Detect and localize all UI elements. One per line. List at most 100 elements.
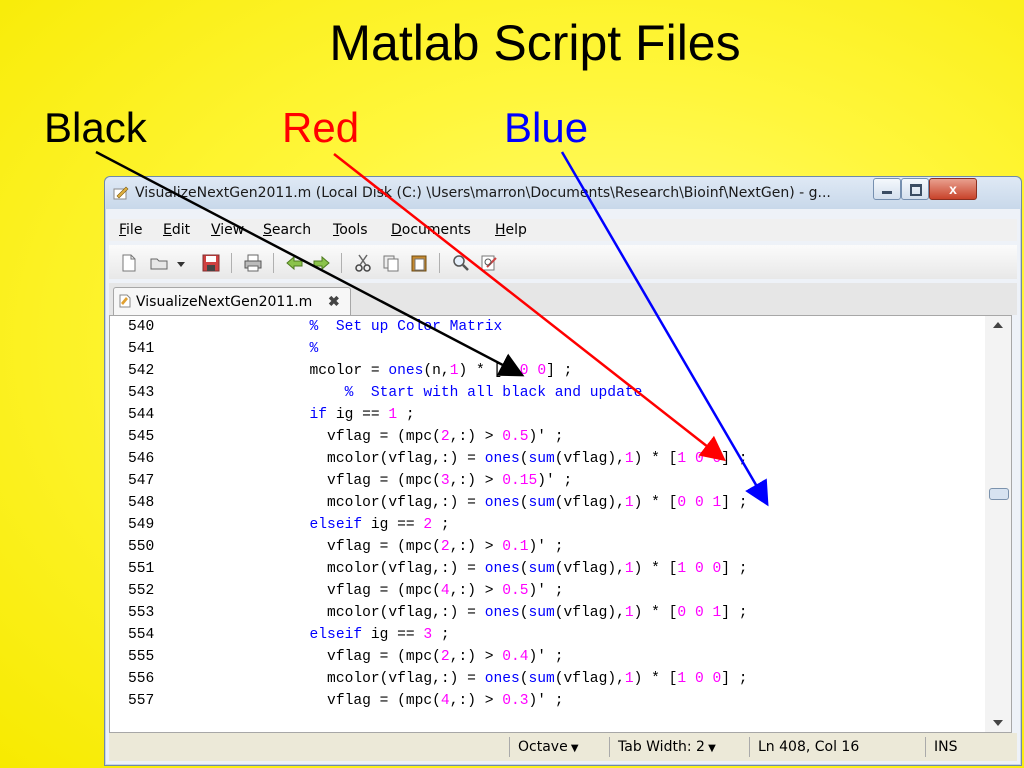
dropdown-arrow-icon[interactable] <box>175 253 187 273</box>
tab-width-selector[interactable]: Tab Width: 2 <box>609 737 716 757</box>
status-bar: Octave Tab Width: 2 Ln 408, Col 16 INS <box>109 733 1017 761</box>
toolbar <box>109 245 1017 279</box>
scroll-thumb[interactable] <box>989 488 1009 500</box>
app-icon <box>113 186 129 200</box>
blue-label: Blue <box>504 104 589 151</box>
line-code: mcolor(vflag,:) = ones(sum(vflag),1) * [… <box>257 561 748 577</box>
line-number: 546 <box>128 451 155 467</box>
line-number: 552 <box>128 583 155 599</box>
new-file-icon[interactable] <box>119 253 139 273</box>
menu-file[interactable]: File <box>119 222 142 238</box>
title-bar[interactable]: VisualizeNextGen2011.m (Local Disk (C:) … <box>105 177 1021 209</box>
document-tabs: VisualizeNextGen2011.m ✖ <box>109 283 1017 316</box>
language-selector[interactable]: Octave <box>509 737 579 757</box>
code-line: 545 vflag = (mpc(2,:) > 0.5)' ; <box>110 426 986 448</box>
toolbar-separator <box>439 253 440 273</box>
line-code: vflag = (mpc(2,:) > 0.1)' ; <box>257 539 564 555</box>
line-code: vflag = (mpc(2,:) > 0.5)' ; <box>257 429 564 445</box>
paste-icon[interactable] <box>409 253 429 273</box>
line-code: vflag = (mpc(4,:) > 0.3)' ; <box>257 693 564 709</box>
line-number: 553 <box>128 605 155 621</box>
line-number: 545 <box>128 429 155 445</box>
toolbar-separator <box>341 253 342 273</box>
line-code: mcolor(vflag,:) = ones(sum(vflag),1) * [… <box>257 671 748 687</box>
line-number: 548 <box>128 495 155 511</box>
code-editor[interactable]: 540 % Set up Color Matrix 541 % 542 mcolor… <box>109 315 987 733</box>
code-line: 544 if ig == 1 ; <box>110 404 986 426</box>
line-number: 557 <box>128 693 155 709</box>
save-icon[interactable] <box>201 253 221 273</box>
line-number: 550 <box>128 539 155 555</box>
code-line: 552 vflag = (mpc(4,:) > 0.5)' ; <box>110 580 986 602</box>
code-line: 540 % Set up Color Matrix <box>110 316 986 338</box>
menu-help[interactable]: Help <box>495 222 527 238</box>
redo-icon[interactable] <box>311 253 331 273</box>
code-line: 543 % Start with all black and update <box>110 382 986 404</box>
line-number: 551 <box>128 561 155 577</box>
line-code: mcolor(vflag,:) = ones(sum(vflag),1) * [… <box>257 605 748 621</box>
code-line: 555 vflag = (mpc(2,:) > 0.4)' ; <box>110 646 986 668</box>
line-code: % <box>309 341 319 357</box>
find-icon[interactable] <box>451 253 471 273</box>
line-code: if ig == 1 ; <box>309 407 415 423</box>
menu-edit[interactable]: Edit <box>163 222 190 238</box>
code-line: 542 mcolor = ones(n,1) * [0 0 0] ; <box>110 360 986 382</box>
line-number: 540 <box>128 319 155 335</box>
copy-icon[interactable] <box>381 253 401 273</box>
window-title: VisualizeNextGen2011.m (Local Disk (C:) … <box>135 185 831 201</box>
line-code: vflag = (mpc(2,:) > 0.4)' ; <box>257 649 564 665</box>
line-number: 556 <box>128 671 155 687</box>
menu-view[interactable]: View <box>211 222 244 238</box>
find-replace-icon[interactable] <box>479 253 499 273</box>
code-line: 549 elseif ig == 2 ; <box>110 514 986 536</box>
code-line: 546 mcolor(vflag,:) = ones(sum(vflag),1)… <box>110 448 986 470</box>
toolbar-separator <box>231 253 232 273</box>
menu-tools[interactable]: Tools <box>333 222 368 238</box>
document-icon <box>119 294 131 308</box>
line-code: vflag = (mpc(3,:) > 0.15)' ; <box>257 473 573 489</box>
insert-mode: INS <box>925 737 1004 757</box>
code-line: 554 elseif ig == 3 ; <box>110 624 986 646</box>
tab-label: VisualizeNextGen2011.m <box>136 294 313 310</box>
line-code: mcolor(vflag,:) = ones(sum(vflag),1) * [… <box>257 495 748 511</box>
close-button[interactable]: x <box>929 178 977 200</box>
open-folder-icon[interactable] <box>149 253 169 273</box>
menu-documents[interactable]: Documents <box>391 222 471 238</box>
vertical-scrollbar[interactable] <box>985 315 1012 733</box>
menu-bar: File Edit View Search Tools Documents He… <box>109 219 1017 241</box>
line-number: 549 <box>128 517 155 533</box>
line-number: 547 <box>128 473 155 489</box>
code-line: 548 mcolor(vflag,:) = ones(sum(vflag),1)… <box>110 492 986 514</box>
minimize-button[interactable] <box>873 178 901 200</box>
line-code: % Start with all black and update <box>344 385 643 401</box>
slide-title: Matlab Script Files <box>329 15 741 71</box>
maximize-button[interactable] <box>901 178 929 200</box>
print-icon[interactable] <box>243 253 263 273</box>
undo-icon[interactable] <box>285 253 305 273</box>
code-line: 553 mcolor(vflag,:) = ones(sum(vflag),1)… <box>110 602 986 624</box>
editor-window: VisualizeNextGen2011.m (Local Disk (C:) … <box>104 176 1022 766</box>
line-number: 542 <box>128 363 155 379</box>
line-code: elseif ig == 3 ; <box>309 627 450 643</box>
scroll-up-icon[interactable] <box>993 322 1003 328</box>
code-line: 556 mcolor(vflag,:) = ones(sum(vflag),1)… <box>110 668 986 690</box>
red-label: Red <box>282 104 360 151</box>
line-number: 555 <box>128 649 155 665</box>
tab-close-icon[interactable]: ✖ <box>328 293 340 310</box>
line-code: % Set up Color Matrix <box>309 319 503 335</box>
cursor-position: Ln 408, Col 16 <box>749 737 859 757</box>
line-number: 544 <box>128 407 155 423</box>
line-number: 541 <box>128 341 155 357</box>
tab-visualizenextgen2011[interactable]: VisualizeNextGen2011.m ✖ <box>113 287 351 316</box>
cut-icon[interactable] <box>353 253 373 273</box>
code-line: 550 vflag = (mpc(2,:) > 0.1)' ; <box>110 536 986 558</box>
line-number: 543 <box>128 385 155 401</box>
line-number: 554 <box>128 627 155 643</box>
scroll-down-icon[interactable] <box>993 720 1003 726</box>
black-label: Black <box>44 104 147 151</box>
code-line: 547 vflag = (mpc(3,:) > 0.15)' ; <box>110 470 986 492</box>
menu-search[interactable]: Search <box>263 222 311 238</box>
line-code: elseif ig == 2 ; <box>309 517 450 533</box>
code-line: 557 vflag = (mpc(4,:) > 0.3)' ; <box>110 690 986 712</box>
line-code: vflag = (mpc(4,:) > 0.5)' ; <box>257 583 564 599</box>
